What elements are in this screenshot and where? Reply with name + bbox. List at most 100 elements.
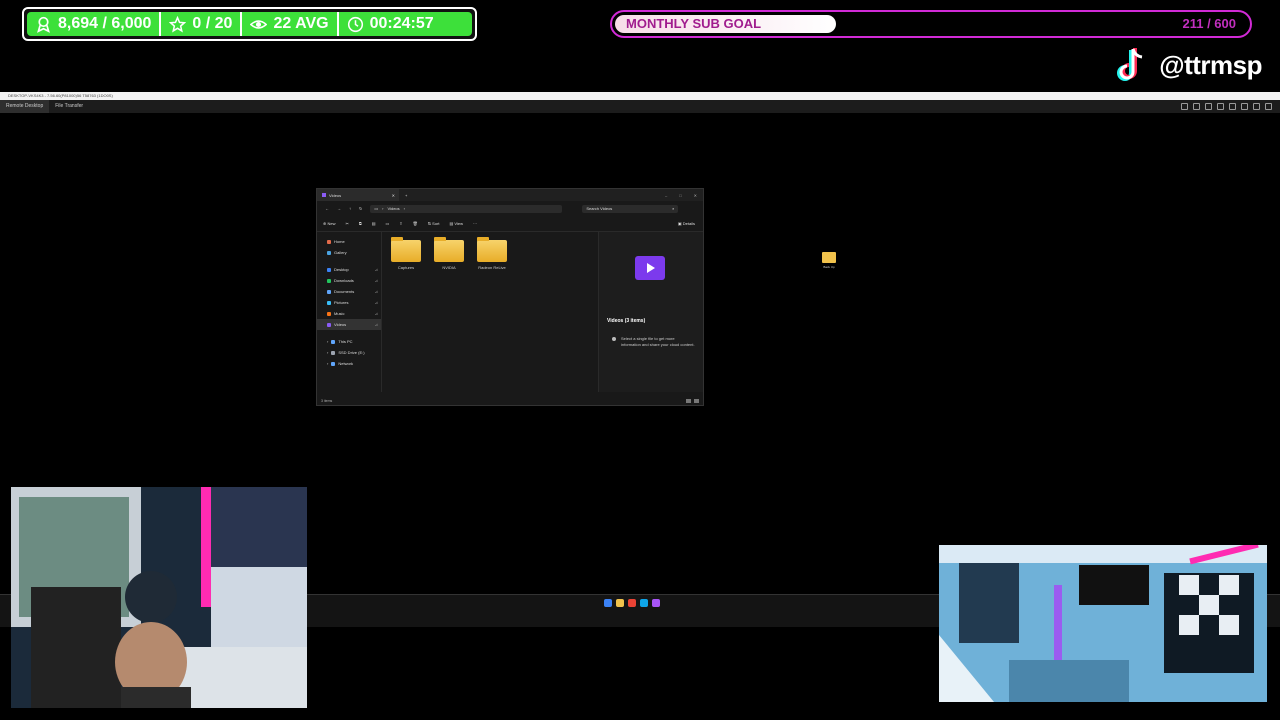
details-button[interactable]: ▣ Details (678, 221, 695, 226)
up-icon[interactable]: ↑ (349, 206, 351, 211)
details-view-icon[interactable] (686, 399, 691, 403)
keyboard-icon[interactable] (1205, 103, 1212, 110)
start-icon[interactable] (604, 599, 612, 607)
clock-icon (347, 16, 363, 32)
details-info: Select a single file to get more informa… (621, 336, 695, 347)
delete-icon[interactable]: 🗑 (413, 221, 418, 226)
details-pane: Videos (3 items) Select a single file to… (598, 232, 703, 392)
sub-goal-bar: MONTHLY SUB GOAL 211 / 600 (610, 10, 1252, 38)
folder-item-radeon[interactable]: Radeon ReLive (476, 237, 508, 270)
file-explorer-window: Videos ✕ + – □ ✕ ← → ↑ ↻ ▭ › Videos › Se… (316, 188, 704, 406)
status-bar-count: 3 items (321, 399, 333, 403)
nav-item-videos[interactable]: Videos ⊿ (317, 319, 381, 330)
folder-icon (822, 252, 836, 263)
rename-icon[interactable]: ▭ (385, 221, 389, 226)
view-button[interactable]: ▤ View (450, 221, 464, 226)
close-window-icon[interactable]: ✕ (694, 193, 697, 198)
nav-label: SSD Drive (E:) (338, 350, 365, 355)
desktop-folder[interactable]: Back Up (820, 252, 838, 269)
pin-icon: ⊿ (374, 289, 378, 294)
folder-icon (434, 237, 464, 262)
more-button[interactable]: ··· (473, 221, 477, 226)
screenshot-icon[interactable] (1241, 103, 1248, 110)
details-title: Videos (3 items) (607, 318, 646, 324)
explorer-address-row: ← → ↑ ↻ ▭ › Videos › Search Videos ⌕ (317, 201, 703, 216)
file-explorer-icon[interactable] (616, 599, 624, 607)
sub-goal-label: MONTHLY SUB GOAL (626, 16, 762, 31)
minimize-icon[interactable]: – (665, 193, 667, 198)
refresh-icon[interactable]: ↻ (359, 206, 362, 211)
nav-item-pictures[interactable]: Pictures ⊿ (317, 297, 381, 308)
video-library-icon (635, 256, 665, 280)
record-icon[interactable] (1229, 103, 1236, 110)
nav-item-desktop[interactable]: Desktop ⊿ (317, 264, 381, 275)
back-icon[interactable]: ← (325, 206, 329, 211)
tiktok-badge: @ttrmsp (1115, 44, 1262, 86)
address-bar[interactable]: ▭ › Videos › (370, 204, 563, 213)
forward-icon[interactable]: → (337, 206, 341, 211)
paste-icon[interactable]: ▤ (372, 221, 376, 226)
uptime-stat: 00:24:57 (336, 12, 442, 36)
nav-item-this-pc[interactable]: › This PC (317, 336, 381, 347)
nav-label: Videos (334, 322, 347, 327)
new-tab-icon[interactable]: + (405, 193, 407, 198)
nav-label: Music (334, 311, 345, 316)
nav-item-downloads[interactable]: Downloads ⊿ (317, 275, 381, 286)
picture-icon (327, 300, 331, 305)
tab-file-transfer[interactable]: File Transfer (49, 100, 89, 113)
explorer-tab[interactable]: Videos ✕ (317, 189, 399, 201)
details-label: Details (682, 221, 695, 226)
pin-icon: ⊿ (374, 278, 378, 283)
chrome-icon[interactable] (628, 599, 636, 607)
fullscreen-icon[interactable] (1253, 103, 1260, 110)
settings-icon[interactable] (1181, 103, 1188, 110)
nav-item-home[interactable]: Home (317, 236, 381, 247)
share-icon[interactable]: ⇪ (399, 221, 402, 226)
stats-inner: 8,694 / 6,000 0 / 20 22 AVG 00:24:57 (27, 12, 472, 36)
nav-item-network[interactable]: › Network (317, 358, 381, 369)
info-icon (612, 337, 616, 341)
edge-icon[interactable] (640, 599, 648, 607)
maximize-icon[interactable]: □ (679, 193, 681, 198)
folder-label: NVIDIA (442, 265, 456, 270)
explorer-tabbar: Videos ✕ + – □ ✕ (317, 189, 703, 201)
webcam-room-image (939, 545, 1267, 702)
close-session-icon[interactable] (1265, 103, 1272, 110)
desktop-icon (327, 267, 331, 272)
nav-label: Desktop (334, 267, 349, 272)
chevron-right-icon: › (403, 206, 405, 211)
folder-item-nvidia[interactable]: NVIDIA (433, 237, 465, 270)
chat-icon[interactable] (1217, 103, 1224, 110)
nav-label: Documents (334, 289, 355, 294)
followers-stat: 8,694 / 6,000 (27, 12, 159, 36)
pin-icon: ⊿ (374, 311, 378, 316)
close-tab-icon[interactable]: ✕ (392, 193, 395, 198)
document-icon (327, 289, 331, 294)
display-icon[interactable] (1193, 103, 1200, 110)
sort-button[interactable]: ⇅ Sort (428, 221, 440, 226)
nav-item-drive[interactable]: › SSD Drive (E:) (317, 347, 381, 358)
search-input[interactable]: Search Videos ⌕ (582, 204, 679, 213)
nav-label: Network (338, 361, 354, 366)
remote-toolbar-icons (1181, 103, 1280, 110)
remote-app-icon[interactable] (652, 599, 660, 607)
nav-item-music[interactable]: Music ⊿ (317, 308, 381, 319)
copy-icon[interactable]: ⧉ (359, 221, 362, 226)
pin-icon: ⊿ (374, 267, 378, 272)
download-icon (327, 278, 331, 283)
folder-item-captures[interactable]: Captures (390, 237, 422, 270)
new-button[interactable]: ⊕ New (323, 221, 335, 226)
nav-item-gallery[interactable]: Gallery (317, 247, 381, 258)
nav-label: This PC (338, 339, 353, 344)
nav-label: Downloads (334, 278, 354, 283)
gallery-icon (327, 250, 331, 255)
tiles-view-icon[interactable] (694, 399, 699, 403)
followers-count: 8,694 / 6,000 (58, 15, 152, 32)
search-icon: ⌕ (672, 206, 675, 211)
cut-icon[interactable]: ✂ (345, 221, 348, 226)
nav-item-documents[interactable]: Documents ⊿ (317, 286, 381, 297)
star-icon (169, 15, 187, 32)
window-controls: – □ ✕ (665, 193, 703, 198)
tab-remote-desktop[interactable]: Remote Desktop (0, 100, 50, 113)
view-toggle (686, 399, 699, 403)
